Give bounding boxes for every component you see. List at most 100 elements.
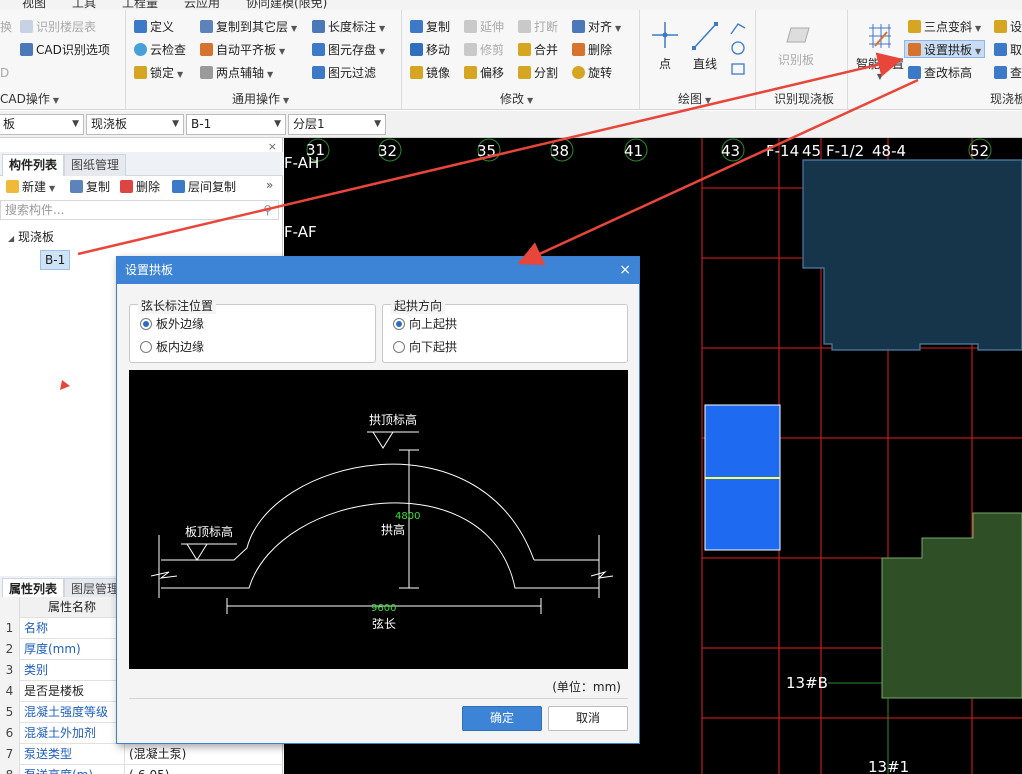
extend-button[interactable]: 延伸 [464, 18, 504, 36]
slab-region-blue[interactable] [802, 159, 1022, 351]
general-ops-title[interactable]: 通用操作 ▼ [232, 90, 289, 107]
cad-recognize-options[interactable]: CAD识别选项 [20, 41, 110, 59]
menu-collab[interactable]: 协同建模(限免) [246, 0, 327, 10]
chord-inner-radio[interactable]: 板内边缘 [140, 338, 204, 355]
menu-tools[interactable]: 工具 [72, 0, 96, 10]
arch-down-radio[interactable]: 向下起拱 [393, 338, 457, 355]
recognize-slab-group: 识别板 识别现浇板 [756, 10, 848, 110]
element-filter-button[interactable]: 图元过滤 [312, 64, 376, 82]
arch-up-radio[interactable]: 向上起拱 [393, 315, 457, 332]
component-search-input[interactable]: 搜索构件... ⚲ [0, 200, 279, 220]
settings-icon [994, 20, 1007, 33]
slab-extra-3[interactable]: 查 [994, 64, 1022, 82]
dialog-title-bar[interactable]: 设置拱板 [117, 257, 639, 284]
copy-button[interactable]: 复制 [410, 18, 450, 36]
set-arch-slab-button[interactable]: 设置拱板 ▼ [904, 40, 986, 58]
radio-checked-icon [393, 318, 405, 330]
chord-outer-radio[interactable]: 板外边缘 [140, 315, 204, 332]
menu-view[interactable]: 视图 [22, 0, 46, 10]
slab-region-green[interactable] [881, 512, 1022, 699]
more-icon[interactable]: » [266, 178, 273, 192]
cad-item1[interactable]: 换 [0, 18, 12, 36]
selector-bar: 板 ▼ 现浇板 ▼ B-1 ▼ 分层1 ▼ [0, 111, 1022, 138]
delete-component-button[interactable]: 删除 [120, 178, 160, 195]
close-icon[interactable]: × [619, 257, 631, 284]
point-button[interactable]: 点 [650, 18, 680, 72]
line-button[interactable]: 直线 [690, 18, 720, 72]
lock-button[interactable]: 锁定 ▼ [134, 64, 183, 82]
chord-position-legend: 弦长标注位置 [138, 297, 217, 314]
delete-button[interactable]: 删除 [572, 41, 612, 59]
top-elevation-mark [372, 431, 394, 449]
define-button[interactable]: 定义 [134, 18, 174, 36]
tab-drawing-manage[interactable]: 图纸管理 [64, 154, 127, 176]
menu-engineering[interactable]: 工程量 [122, 0, 158, 10]
two-point-axis-button[interactable]: 两点辅轴 ▼ [200, 64, 273, 82]
move-button[interactable]: 移动 [410, 41, 450, 59]
slab-extra-2[interactable]: 取 [994, 41, 1022, 59]
split-button[interactable]: 分割 [518, 64, 558, 82]
property-name: 泵送类型 [24, 747, 73, 761]
property-row[interactable]: 7 泵送类型 (混凝土泵) [0, 744, 283, 765]
check-modify-elevation-button[interactable]: 查改标高 [908, 64, 972, 82]
flat-slab-icon [200, 43, 213, 56]
length-mark-button[interactable]: 长度标注 ▼ [312, 18, 385, 36]
axis-label: F-1/2 [826, 142, 864, 160]
menu-cloud[interactable]: 云应用 [184, 0, 220, 10]
property-name: 混凝土强度等级 [24, 705, 109, 719]
tab-component-list[interactable]: 构件列表 [2, 154, 65, 176]
copy-to-other-floor-button[interactable]: 复制到其它层 ▼ [200, 18, 297, 36]
merge-button[interactable]: 合并 [518, 41, 558, 59]
offset-button[interactable]: 偏移 [464, 64, 504, 82]
draw-group-title[interactable]: 绘图 ▼ [678, 90, 711, 107]
chevron-down-icon: ▼ [52, 96, 59, 105]
slope-icon [908, 20, 921, 33]
break-button[interactable]: 打断 [518, 18, 558, 36]
ok-button[interactable]: 确定 [462, 706, 542, 731]
chevron-down-icon: ▼ [374, 119, 381, 129]
extend-icon [464, 20, 477, 33]
row-label: 13#B [786, 674, 828, 692]
copy-component-button[interactable]: 复制 [70, 178, 110, 195]
define-icon [134, 20, 147, 33]
tree-item-b1[interactable]: B-1 [40, 250, 71, 270]
category-select[interactable]: 板 ▼ [0, 114, 84, 135]
modify-group-title[interactable]: 修改 ▼ [500, 90, 533, 107]
axis-label: 43 [721, 142, 740, 160]
auto-flat-slab-button[interactable]: 自动平齐板 ▼ [200, 41, 285, 59]
property-row[interactable]: 8 泵送高度(m) (-6.05) [0, 765, 283, 774]
three-point-slope-button[interactable]: 三点变斜 ▼ [908, 18, 981, 36]
element-save-button[interactable]: 图元存盘 ▼ [312, 41, 385, 59]
row-number: 8 [0, 765, 20, 774]
chevron-down-icon: ▼ [172, 119, 179, 129]
eraser-icon [572, 43, 585, 56]
draw-tools-icons[interactable] [728, 18, 748, 82]
draw-group: 点 直线 绘图 ▼ [640, 10, 756, 110]
cancel-button[interactable]: 取消 [548, 706, 628, 731]
trim-button[interactable]: 修剪 [464, 41, 504, 59]
component-select[interactable]: B-1 ▼ [186, 114, 286, 135]
slab-extra-1[interactable]: 设 [994, 18, 1022, 36]
cad-item4[interactable]: D [0, 64, 9, 82]
type-select[interactable]: 现浇板 ▼ [86, 114, 184, 135]
property-value[interactable]: (-6.05) [124, 765, 276, 774]
floor-table-recognize[interactable]: 识别楼层表 [20, 18, 96, 36]
align-button[interactable]: 对齐 ▼ [572, 18, 621, 36]
cad-group-title[interactable]: CAD操作 ▼ [0, 90, 59, 107]
recognize-slab-button[interactable]: 识别板 [766, 22, 826, 68]
layer-select[interactable]: 分层1 ▼ [288, 114, 386, 135]
arch-direction-legend: 起拱方向 [391, 297, 446, 314]
smart-layout-button[interactable]: 智能布置 ▼ [852, 20, 908, 81]
tree-root[interactable]: ◢ 现浇板 [8, 228, 54, 245]
mirror-button[interactable]: 镜像 [410, 64, 450, 82]
trim-icon [464, 43, 477, 56]
new-icon [6, 180, 19, 193]
point-icon [652, 22, 678, 48]
property-value[interactable]: (混凝土泵) [124, 744, 276, 765]
rotate-button[interactable]: 旋转 [572, 64, 612, 82]
new-button[interactable]: 新建 ▼ [6, 178, 55, 195]
panel-close-icon[interactable]: × [268, 140, 277, 153]
axis-label: 52 [970, 142, 989, 160]
cloud-check-button[interactable]: 云检查 [134, 41, 186, 59]
floor-copy-button[interactable]: 层间复制 [172, 178, 236, 195]
